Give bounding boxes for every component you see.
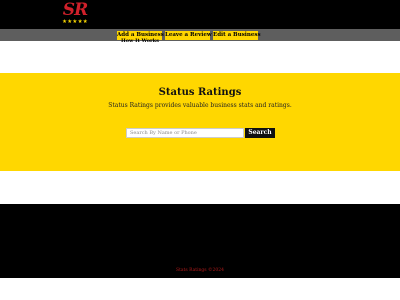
copyright-text: Stats Ratings ©2024 — [175, 268, 224, 273]
leave-review-button[interactable]: Leave a Review — [165, 31, 212, 40]
edit-business-button[interactable]: Edit a Business — [213, 31, 261, 40]
top-bar: SR ★★★★★ — [0, 0, 400, 29]
search-input[interactable] — [126, 128, 244, 138]
hero-subtitle: Status Ratings provides valuable busines… — [108, 102, 292, 109]
how-it-works-link[interactable]: How It Works — [121, 38, 159, 44]
logo-stars-icon: ★★★★★ — [62, 19, 88, 25]
logo-letters: SR — [62, 0, 88, 20]
footer — [0, 204, 400, 278]
site-logo[interactable]: SR ★★★★★ — [60, 0, 90, 27]
search-button[interactable]: Search — [245, 128, 275, 138]
page-title: Status Ratings — [158, 87, 242, 98]
